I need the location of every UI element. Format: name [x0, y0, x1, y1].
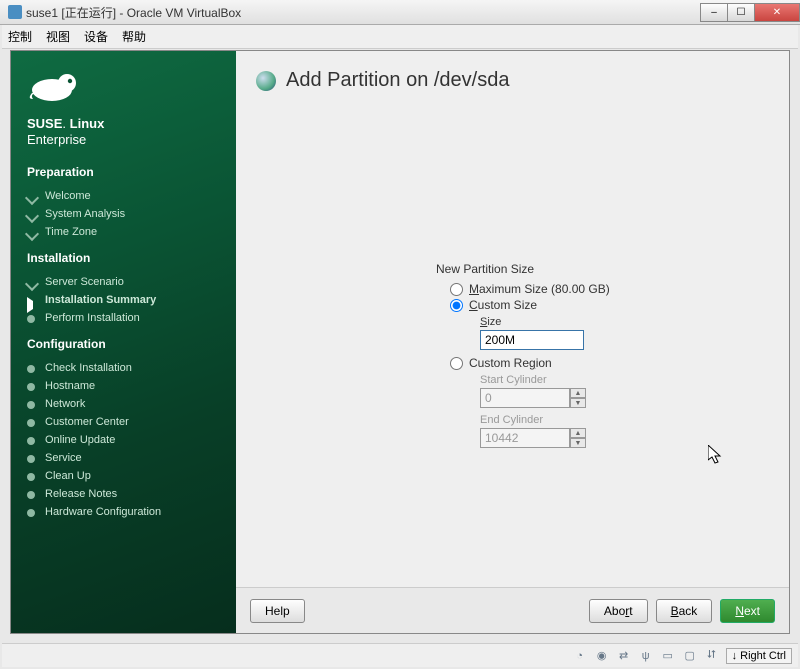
window-minimize-button[interactable]: –: [700, 3, 728, 22]
step-server-scenario: Server Scenario: [27, 273, 220, 291]
step-welcome: Welcome: [27, 187, 220, 205]
end-cylinder-input: [480, 428, 570, 448]
window-maximize-button[interactable]: ☐: [727, 3, 755, 22]
brand-text: SUSE. Linux Enterprise: [27, 116, 220, 147]
step-hardware-configuration: Hardware Configuration: [27, 503, 220, 521]
page-header: Add Partition on /dev/sda: [236, 51, 789, 102]
window-title-text: suse1 [正在运行] - Oracle VM VirtualBox: [26, 4, 241, 21]
step-time-zone: Time Zone: [27, 223, 220, 241]
abort-button[interactable]: Abort: [589, 599, 648, 623]
next-button[interactable]: Next: [720, 599, 775, 623]
menu-devices[interactable]: 设备: [84, 28, 108, 45]
globe-icon: [256, 71, 276, 91]
form-body: New Partition Size Maximum Size (80.00 G…: [236, 102, 789, 587]
step-hostname: Hostname: [27, 377, 220, 395]
label-maximum-size[interactable]: Maximum Size (80.00 GB): [469, 282, 610, 296]
back-button[interactable]: Back: [656, 599, 713, 623]
section-preparation: Preparation: [27, 165, 220, 179]
end-cyl-up: ▲: [570, 428, 586, 438]
usb-icon[interactable]: ψ: [638, 648, 654, 664]
sidebar: SUSE. Linux Enterprise Preparation Welco…: [11, 51, 236, 633]
menu-view[interactable]: 视图: [46, 28, 70, 45]
start-cyl-down: ▼: [570, 398, 586, 408]
step-online-update: Online Update: [27, 431, 220, 449]
window-title: suse1 [正在运行] - Oracle VM VirtualBox: [8, 4, 701, 21]
step-installation-summary: Installation Summary: [27, 291, 220, 309]
optical-icon[interactable]: ◉: [594, 648, 610, 664]
label-end-cylinder: End Cylinder: [480, 414, 769, 426]
step-check-installation: Check Installation: [27, 359, 220, 377]
page-title: Add Partition on /dev/sda: [286, 69, 509, 92]
window-titlebar: suse1 [正在运行] - Oracle VM VirtualBox – ☐ …: [0, 0, 800, 25]
virtualbox-icon: [8, 5, 22, 19]
label-start-cylinder: Start Cylinder: [480, 374, 769, 386]
main-panel: Add Partition on /dev/sda New Partition …: [236, 51, 789, 633]
radio-custom-region[interactable]: [450, 357, 463, 370]
radio-maximum-size[interactable]: [450, 283, 463, 296]
host-key-arrow-icon: ↓: [732, 650, 738, 662]
step-clean-up: Clean Up: [27, 467, 220, 485]
host-key-indicator[interactable]: ↓ Right Ctrl: [726, 648, 792, 664]
step-network: Network: [27, 395, 220, 413]
label-size: Size: [480, 316, 769, 328]
host-key-label: Right Ctrl: [740, 650, 786, 662]
step-system-analysis: System Analysis: [27, 205, 220, 223]
shared-folder-icon[interactable]: ▭: [660, 648, 676, 664]
network-icon[interactable]: ⇄: [616, 648, 632, 664]
help-button[interactable]: Help: [250, 599, 305, 623]
hdd-icon[interactable]: ◔: [572, 648, 588, 664]
suse-chameleon-icon: [27, 65, 87, 105]
menu-control[interactable]: 控制: [8, 28, 32, 45]
step-customer-center: Customer Center: [27, 413, 220, 431]
virtualbox-statusbar: ◔ ◉ ⇄ ψ ▭ ▢ ⮃ ↓ Right Ctrl: [2, 643, 798, 667]
step-release-notes: Release Notes: [27, 485, 220, 503]
radio-custom-size[interactable]: [450, 299, 463, 312]
start-cylinder-input: [480, 388, 570, 408]
step-perform-installation: Perform Installation: [27, 309, 220, 327]
size-input[interactable]: [480, 330, 584, 350]
menu-help[interactable]: 帮助: [122, 28, 146, 45]
installer-window: SUSE. Linux Enterprise Preparation Welco…: [10, 50, 790, 634]
window-close-button[interactable]: ✕: [754, 3, 800, 22]
display-icon[interactable]: ▢: [682, 648, 698, 664]
group-new-partition-size: New Partition Size: [436, 262, 769, 276]
label-custom-region[interactable]: Custom Region: [469, 356, 552, 370]
wizard-footer: Help Abort Back Next: [236, 587, 789, 633]
section-installation: Installation: [27, 251, 220, 265]
end-cyl-down: ▼: [570, 438, 586, 448]
vm-menubar: 控制 视图 设备 帮助: [2, 25, 798, 49]
start-cyl-up: ▲: [570, 388, 586, 398]
label-custom-size[interactable]: Custom Size: [469, 298, 537, 312]
mouse-integration-icon[interactable]: ⮃: [704, 648, 720, 664]
section-configuration: Configuration: [27, 337, 220, 351]
step-service: Service: [27, 449, 220, 467]
